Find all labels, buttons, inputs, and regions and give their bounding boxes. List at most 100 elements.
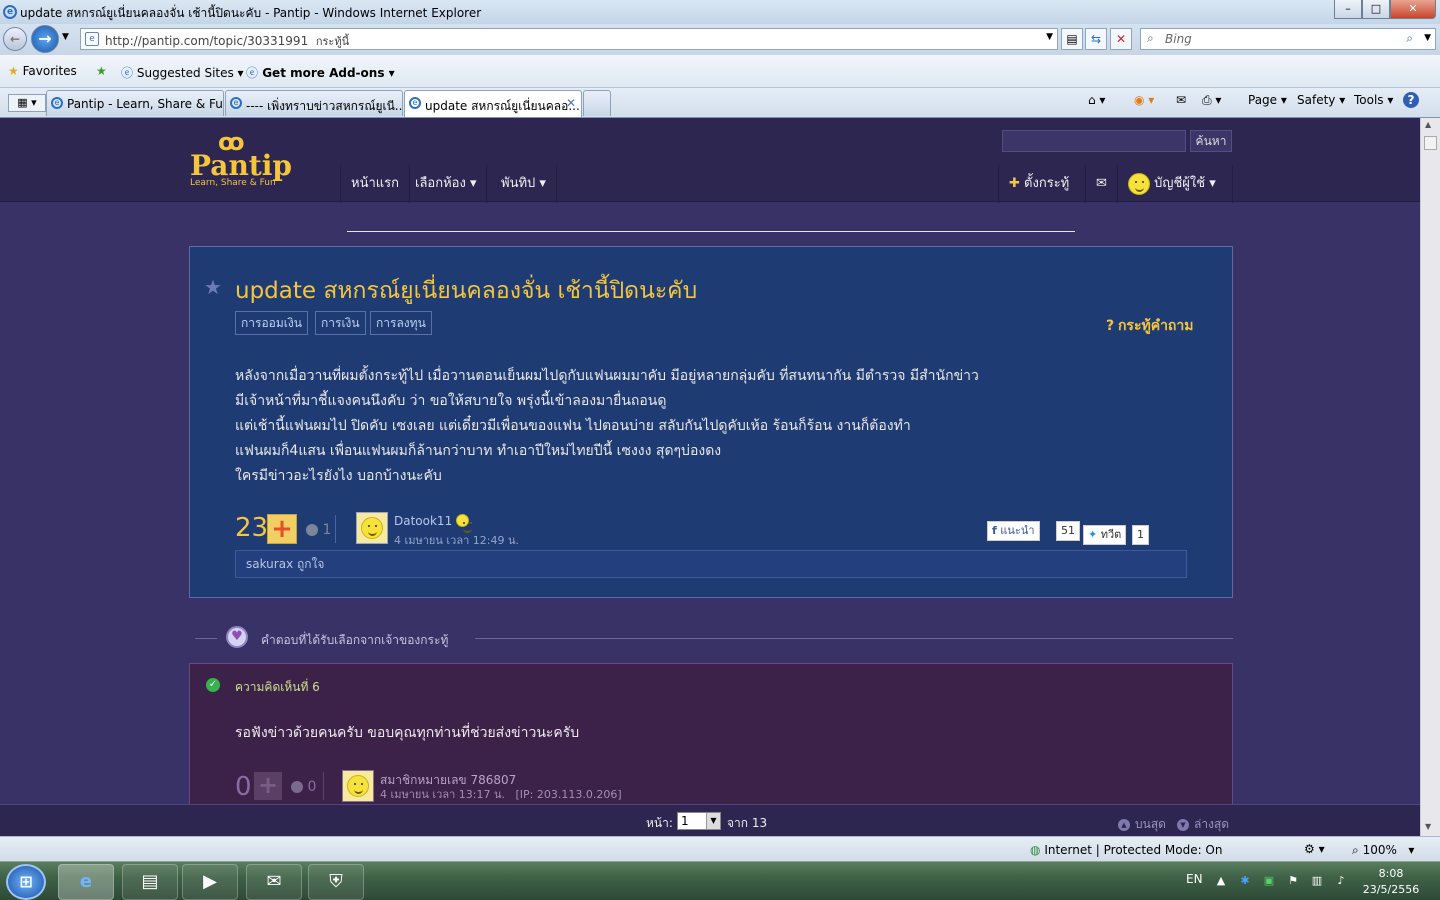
feeds-icon[interactable]: ◉ ▾ [1134,93,1154,107]
web-page: ꝏ Pantip Learn, Share & Fun ค้นหา หน้าแร… [0,118,1420,836]
input-language[interactable]: EN [1186,872,1203,886]
pantip-logo[interactable]: ꝏ Pantip Learn, Share & Fun [190,130,292,188]
scroll-down-icon[interactable]: ▼ [1425,822,1431,831]
refresh-icon[interactable]: ⇆ [1085,28,1107,50]
safety-menu[interactable]: Safety ▾ [1297,93,1345,107]
page-menu[interactable]: Page ▾ [1248,93,1287,107]
print-icon[interactable]: ⎙ ▾ [1202,93,1221,108]
get-addons-button[interactable]: ⓔ Get more Add-ons ▾ [246,64,395,81]
topic-title: update สหกรณ์ยูเนี่ยนคลองจั่น เช้านี้ปิด… [235,278,698,304]
favorites-bar: ★ Favorites ★ ⓔ Suggested Sites ▾ ⓔ Get … [0,55,1440,88]
site-search-input[interactable] [1002,130,1186,152]
favorite-star-icon[interactable]: ★ [204,275,222,299]
tools-menu[interactable]: Tools ▾ [1354,93,1393,107]
vote-plus-button[interactable]: + [267,514,297,544]
close-tab-icon[interactable]: ✕ [566,96,576,110]
scroll-bottom-label: ล่างสุด [1194,817,1230,831]
nav-pantip[interactable]: พันทิป ▾ [491,165,557,203]
new-tab-button[interactable] [583,90,611,116]
tag-link[interactable]: การออมเงิน [235,311,308,335]
network-icon[interactable]: ▥ [1310,874,1324,888]
scroll-thumb[interactable] [1424,136,1437,150]
tray-security-icon[interactable]: ▣ [1262,874,1276,888]
search-dropdown-icon[interactable]: ▼ [1424,33,1431,43]
tag-link[interactable]: การเงิน [315,311,366,335]
comment-emotion-count[interactable]: 0 [291,779,316,795]
page-total: จาก 13 [727,816,768,830]
emotion-count[interactable]: 1 [306,522,331,538]
tab-pantip-home[interactable]: e Pantip - Learn, Share & Fun [46,90,224,116]
url-text: http://pantip.com/topic/30331991 [105,34,309,48]
outlook-taskbar-icon[interactable]: ✉ [246,864,302,900]
scroll-top-link[interactable]: ▲ บนสุด [1118,815,1166,834]
security-shield-taskbar-icon[interactable]: ⛨ [308,864,364,900]
maximize-button[interactable]: □ [1362,0,1390,19]
search-box[interactable]: ⌕ Bing ⌕ ▼ [1140,28,1436,50]
history-dropdown-icon[interactable]: ▼ [62,32,69,42]
commenter-avatar[interactable] [342,770,374,802]
suggested-sites-button[interactable]: ⓔ Suggested Sites ▾ [121,64,244,81]
address-bar[interactable]: e http://pantip.com/topic/30331991 กระทู… [80,28,1058,50]
nav-new-topic[interactable]: ✚ ตั้งกระทู้ [998,165,1086,203]
start-button[interactable]: ⊞ [6,864,46,900]
help-icon[interactable]: ? [1403,92,1419,108]
new-topic-icon: ✚ [1009,176,1020,191]
comment-number[interactable]: ความคิดเห็นที่ 6 [235,678,320,697]
quick-tabs-icon[interactable]: ▦ ▾ [8,94,46,112]
file-explorer-taskbar-icon[interactable]: ▤ [122,864,178,900]
facebook-like-count: 51 [1056,521,1080,541]
volume-icon[interactable]: ♪ [1334,874,1348,888]
action-center-flag-icon[interactable]: ⚑ [1286,874,1300,888]
show-hidden-icons-icon[interactable]: ▲ [1214,874,1228,888]
tray-app-icon[interactable]: ✱ [1238,874,1252,888]
comment-text: รอฟังข่าวด้วยคนครับ ขอบคุณทุกท่านที่ช่วย… [235,725,580,741]
compatibility-view-icon[interactable]: ▤ [1061,28,1083,50]
search-go-icon[interactable]: ⌕ [1406,31,1413,46]
author-name[interactable]: Datook11 [394,514,473,533]
tab-label: update สหกรณ์ยูเนี่ยนคลอ... [425,99,580,113]
security-zone[interactable]: ◍ Internet | Protected Mode: On [1030,843,1222,857]
mail-icon[interactable]: ✉ [1176,93,1186,107]
system-clock[interactable]: 8:08 23/5/2556 [1362,866,1420,898]
tab-current-topic[interactable]: e update สหกรณ์ยูเนี่ยนคลอ... ✕ [404,90,582,117]
messages-icon[interactable]: ✉ [1086,165,1118,203]
stop-icon[interactable]: ✕ [1110,28,1132,50]
address-dropdown-icon[interactable]: ▼ [1046,32,1053,42]
page-label: หน้า: [646,816,673,830]
favorites-button[interactable]: ★ Favorites [8,64,77,78]
comment-vote-plus-button[interactable]: + [254,772,282,800]
popup-settings-icon[interactable]: ⚙ ▾ [1304,842,1325,856]
commenter-ip: [IP: 203.113.0.206] [515,788,622,801]
nav-home[interactable]: หน้าแรก [340,165,410,203]
internet-explorer-taskbar-icon[interactable]: e [58,864,114,900]
close-window-button[interactable]: ✕ [1390,0,1436,19]
site-search-button[interactable]: ค้นหา [1190,130,1232,152]
forward-button[interactable]: → [31,25,59,53]
back-button[interactable]: ← [3,27,27,51]
tag-link[interactable]: การลงทุน [370,311,432,335]
tweet-label: ทวีต [1100,528,1122,541]
question-icon: ? [1106,318,1115,334]
media-player-taskbar-icon[interactable]: ▶ [182,864,238,900]
author-avatar[interactable] [356,512,388,544]
comment-time: 4 เมษายน เวลา 13:17 น. [380,788,505,801]
scroll-up-icon[interactable]: ▲ [1425,120,1431,129]
nav-rooms[interactable]: เลือกห้อง ▾ [405,165,488,203]
scroll-top-label: บนสุด [1135,817,1166,831]
zoom-level[interactable]: ⌕ 100% ▾ [1352,843,1414,858]
topic-body-line: มีเจ้าหน้าที่มาชี้แจงคนนึงคับ ว่า ขอให้ส… [235,393,667,409]
home-icon[interactable]: ⌂ ▾ [1088,93,1105,107]
page-select[interactable]: 1 ▼ [677,812,721,830]
vertical-scrollbar[interactable]: ▲ ▼ [1420,118,1440,836]
scroll-bottom-link[interactable]: ▼ ล่างสุด [1177,815,1229,834]
smiley-icon [347,775,369,797]
likes-bar[interactable]: sakurax ถูกใจ [235,550,1187,578]
tweet-button[interactable]: ✦ ทวีต [1083,525,1127,545]
minimize-button[interactable]: – [1334,0,1362,19]
add-favorite-icon[interactable]: ★ [96,64,107,78]
facebook-like-button[interactable]: f แนะนำ [987,521,1040,541]
nav-account[interactable]: บัญชีผู้ใช้ ▾ [1118,165,1233,203]
emotion-icon [291,781,303,793]
security-zone-label: Internet | Protected Mode: On [1044,843,1223,857]
tab-news-topic[interactable]: e ---- เพิ่งทราบข่าวสหกรณ์ยูเนี... [225,90,403,116]
